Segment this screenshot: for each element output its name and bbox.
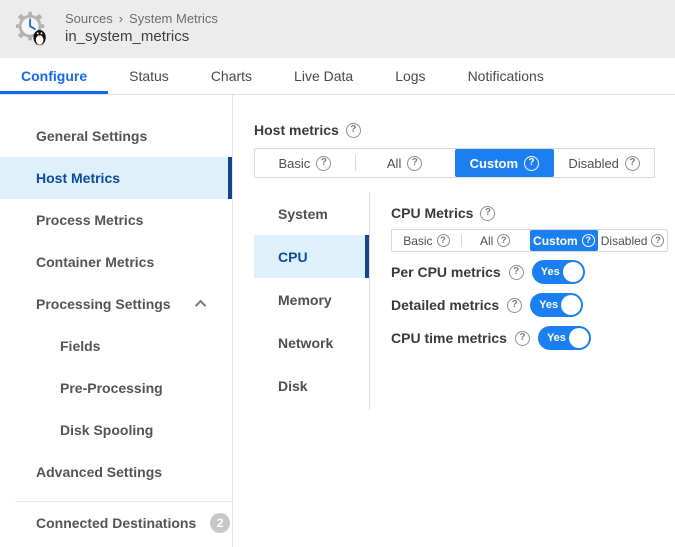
toggle-knob <box>569 328 589 348</box>
help-icon[interactable]: ? <box>407 156 422 171</box>
breadcrumb-separator: › <box>119 11 123 27</box>
cpu-time-metrics-toggle[interactable]: Yes <box>538 326 591 350</box>
body: General Settings Host Metrics Process Me… <box>0 95 675 547</box>
help-icon[interactable]: ? <box>316 156 331 171</box>
page-title: in_system_metrics <box>65 28 218 47</box>
metrics-subnav: System CPU Memory Network Disk <box>254 192 369 410</box>
linux-metrics-source-icon <box>13 10 51 48</box>
cpu-metrics-option-basic[interactable]: Basic ? <box>392 230 461 251</box>
per-cpu-metrics-row: Per CPU metrics ? Yes <box>391 260 668 284</box>
cpu-metrics-mode-control: Basic ? All ? Custom ? Disabled <box>391 229 668 252</box>
sidebar-item-connected-destinations[interactable]: Connected Destinations 2 <box>0 502 232 544</box>
sidebar-item-disk-spooling[interactable]: Disk Spooling <box>0 409 232 451</box>
cpu-metrics-panel: CPU Metrics ? Basic ? All ? Cu <box>369 192 668 410</box>
subnav-item-cpu[interactable]: CPU <box>254 235 369 278</box>
settings-sidebar: General Settings Host Metrics Process Me… <box>0 95 233 547</box>
help-icon[interactable]: ? <box>509 265 524 280</box>
sidebar-item-container-metrics[interactable]: Container Metrics <box>0 241 232 283</box>
help-icon[interactable]: ? <box>437 234 450 247</box>
breadcrumb-sources-link[interactable]: Sources <box>65 11 113 27</box>
per-cpu-metrics-label: Per CPU metrics <box>391 264 501 280</box>
cpu-metrics-title: CPU Metrics ? <box>391 204 668 222</box>
host-metrics-detail: System CPU Memory Network Disk CPU Metri… <box>254 192 655 410</box>
tab-configure[interactable]: Configure <box>0 58 108 94</box>
tab-charts[interactable]: Charts <box>190 58 273 94</box>
detailed-metrics-row: Detailed metrics ? Yes <box>391 293 668 317</box>
tab-bar: Configure Status Charts Live Data Logs N… <box>0 58 675 95</box>
subnav-item-disk[interactable]: Disk <box>254 364 369 407</box>
connected-destinations-count-badge: 2 <box>210 513 230 533</box>
help-icon[interactable]: ? <box>524 156 539 171</box>
detailed-metrics-toggle[interactable]: Yes <box>530 293 583 317</box>
sidebar-item-processing-settings[interactable]: Processing Settings <box>0 283 232 325</box>
cpu-time-metrics-row: CPU time metrics ? Yes <box>391 326 668 350</box>
sidebar-item-general-settings[interactable]: General Settings <box>0 115 232 157</box>
help-icon[interactable]: ? <box>515 331 530 346</box>
help-icon[interactable]: ? <box>480 206 495 221</box>
help-icon[interactable]: ? <box>507 298 522 313</box>
help-icon[interactable]: ? <box>582 234 595 247</box>
host-metrics-mode-control: Basic ? All ? Custom ? Disabled ? <box>254 148 655 178</box>
sidebar-item-advanced-settings[interactable]: Advanced Settings <box>0 451 232 493</box>
host-metrics-option-all[interactable]: All ? <box>355 149 455 177</box>
host-metrics-option-disabled[interactable]: Disabled ? <box>554 149 654 177</box>
help-icon[interactable]: ? <box>497 234 510 247</box>
subnav-item-memory[interactable]: Memory <box>254 278 369 321</box>
chevron-up-icon <box>195 300 206 311</box>
toggle-knob <box>561 295 581 315</box>
app-window: Sources › System Metrics in_system_metri… <box>0 0 675 547</box>
subnav-item-system[interactable]: System <box>254 192 369 235</box>
cpu-metrics-option-all[interactable]: All ? <box>461 230 530 251</box>
cpu-metrics-option-disabled[interactable]: Disabled ? <box>598 230 667 251</box>
toggle-knob <box>563 262 583 282</box>
tab-notifications[interactable]: Notifications <box>447 58 565 94</box>
detailed-metrics-label: Detailed metrics <box>391 297 499 313</box>
cpu-metrics-option-custom[interactable]: Custom ? <box>530 230 599 251</box>
sidebar-item-process-metrics[interactable]: Process Metrics <box>0 199 232 241</box>
tab-live-data[interactable]: Live Data <box>273 58 374 94</box>
main-content: Host metrics ? Basic ? All ? Custom ? Di… <box>233 95 675 547</box>
help-icon[interactable]: ? <box>651 234 664 247</box>
subnav-item-network[interactable]: Network <box>254 321 369 364</box>
cpu-time-metrics-label: CPU time metrics <box>391 330 507 346</box>
sidebar-item-fields[interactable]: Fields <box>0 325 232 367</box>
host-metrics-option-custom[interactable]: Custom ? <box>455 149 555 177</box>
host-metrics-option-basic[interactable]: Basic ? <box>255 149 355 177</box>
host-metrics-label: Host metrics ? <box>254 121 655 139</box>
sidebar-item-host-metrics[interactable]: Host Metrics <box>0 157 232 199</box>
help-icon[interactable]: ? <box>346 123 361 138</box>
sidebar-item-pre-processing[interactable]: Pre-Processing <box>0 367 232 409</box>
breadcrumb: Sources › System Metrics <box>65 11 218 27</box>
breadcrumb-current: System Metrics <box>129 11 218 27</box>
tab-status[interactable]: Status <box>108 58 190 94</box>
per-cpu-metrics-toggle[interactable]: Yes <box>532 260 585 284</box>
help-icon[interactable]: ? <box>625 156 640 171</box>
page-header: Sources › System Metrics in_system_metri… <box>0 0 675 58</box>
header-text: Sources › System Metrics in_system_metri… <box>65 11 218 47</box>
tab-logs[interactable]: Logs <box>374 58 446 94</box>
